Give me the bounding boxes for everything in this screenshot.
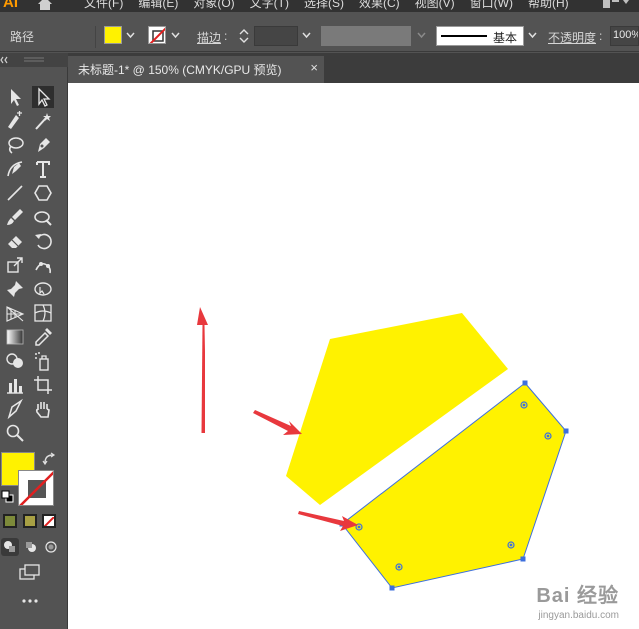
- zoom-tool-icon[interactable]: [4, 422, 26, 444]
- menu-edit[interactable]: 编辑(E): [138, 0, 178, 11]
- rotate-tool-icon[interactable]: [32, 230, 54, 252]
- watermark-brand: Bai 经验: [536, 585, 619, 607]
- workspace-switcher-icon[interactable]: [601, 0, 631, 10]
- stroke-swatch-large[interactable]: [18, 470, 54, 506]
- draw-normal-icon: [4, 541, 15, 552]
- blob-brush-tool-icon[interactable]: [32, 206, 54, 228]
- eyedropper-tool-icon[interactable]: [32, 326, 54, 348]
- selection-tool-icon[interactable]: [4, 86, 26, 108]
- close-tab-icon[interactable]: ×: [310, 60, 318, 75]
- arrow-right-upper: [253, 410, 302, 435]
- curvature-tool-icon[interactable]: [4, 158, 26, 180]
- panel-grip[interactable]: [0, 53, 68, 67]
- stroke-weight-input[interactable]: [254, 26, 298, 46]
- arrow-right-lower: [298, 511, 358, 531]
- artboard-tool-icon[interactable]: [32, 374, 54, 396]
- menu-items: 文件(F) 编辑(E) 对象(O) 文字(T) 选择(S) 效果(C) 视图(V…: [84, 0, 569, 11]
- color-mode-button[interactable]: [3, 514, 17, 528]
- brush-definition-select[interactable]: 基本: [436, 26, 524, 46]
- object-type-label: 路径: [10, 30, 35, 44]
- arrow-up-shaft: [201, 323, 205, 433]
- shape-builder-tool-icon[interactable]: [4, 350, 26, 372]
- gradient-mode-button[interactable]: [23, 514, 37, 528]
- document-tab-title: 未标题-1* @ 150% (CMYK/GPU 预览): [78, 63, 282, 77]
- menu-help[interactable]: 帮助(H): [528, 0, 569, 11]
- type-tool-icon[interactable]: [32, 158, 54, 180]
- artwork: [197, 307, 569, 591]
- menu-effect[interactable]: 效果(C): [359, 0, 400, 11]
- pen-tool-icon[interactable]: [32, 134, 54, 156]
- stroke-label[interactable]: 描边: [197, 29, 221, 46]
- curvature-anchor-tool-icon[interactable]: [4, 110, 26, 132]
- stroke-none-icon: [19, 471, 53, 505]
- draw-behind-icon[interactable]: [22, 538, 40, 556]
- swap-fill-stroke-icon[interactable]: [42, 452, 56, 466]
- menu-view[interactable]: 视图(V): [415, 0, 455, 11]
- profile-chevron-down-icon[interactable]: [415, 26, 428, 44]
- brush-stroke-preview: [441, 35, 487, 37]
- app-logo: AI: [3, 0, 18, 11]
- slice-tool-icon[interactable]: [4, 398, 26, 420]
- menu-type[interactable]: 文字(T): [250, 0, 289, 11]
- hand-tool-icon[interactable]: [32, 398, 54, 420]
- fill-color-swatch[interactable]: [104, 26, 122, 44]
- collapse-double-arrow-icon[interactable]: [0, 53, 68, 67]
- eraser-tool-icon[interactable]: [4, 230, 26, 252]
- change-screen-mode-icon[interactable]: [18, 563, 42, 581]
- default-fill-stroke-icon[interactable]: [1, 490, 14, 503]
- puppet-warp-tool-icon[interactable]: [32, 254, 54, 276]
- column-graph-tool-icon[interactable]: [4, 374, 26, 396]
- document-tab-bar: 未标题-1* @ 150% (CMYK/GPU 预览) ×: [68, 53, 639, 83]
- control-bar: 路径: [0, 12, 639, 52]
- scale-tool-icon[interactable]: [4, 254, 26, 276]
- perspective-grid-tool-icon[interactable]: [4, 302, 26, 324]
- opacity-value: 100%: [613, 29, 639, 41]
- menu-object[interactable]: 对象(O): [193, 0, 234, 11]
- brush-chevron-down-icon[interactable]: [526, 26, 539, 44]
- menu-select[interactable]: 选择(S): [304, 0, 344, 11]
- symbol-sprayer-tool-icon[interactable]: [32, 350, 54, 372]
- polygon-tool-icon[interactable]: [32, 182, 54, 204]
- stroke-color-swatch[interactable]: [148, 26, 166, 44]
- watermark-url: jingyan.baidu.com: [538, 610, 619, 621]
- direct-selection-tool-icon[interactable]: [32, 86, 54, 108]
- mesh-tool-icon[interactable]: [32, 302, 54, 324]
- pin-tool-icon[interactable]: [4, 278, 26, 300]
- stroke-colon: :: [224, 29, 228, 43]
- opacity-label[interactable]: 不透明度: [548, 29, 596, 46]
- gradient-tool-icon[interactable]: [4, 326, 26, 348]
- stroke-weight-chevron-down-icon[interactable]: [300, 26, 313, 44]
- stroke-dropdown-chevron-down-icon[interactable]: [169, 26, 182, 44]
- none-slash-icon: [149, 27, 165, 43]
- fill-dropdown-chevron-down-icon[interactable]: [124, 26, 137, 44]
- paintbrush-tool-icon[interactable]: [4, 206, 26, 228]
- menu-bar: AI 文件(F) 编辑(E) 对象(O) 文字(T) 选择(S) 效果(C) 视…: [0, 0, 639, 12]
- menu-file[interactable]: 文件(F): [84, 0, 123, 11]
- brush-label: 基本: [493, 31, 518, 45]
- menu-window[interactable]: 窗口(W): [470, 0, 513, 11]
- more-tools-ellipsis-icon[interactable]: [20, 596, 40, 606]
- magic-wand-tool-icon[interactable]: [32, 110, 54, 132]
- divider: [95, 26, 96, 48]
- home-icon[interactable]: [36, 0, 54, 10]
- opacity-colon: :: [599, 29, 603, 43]
- artboard-canvas[interactable]: Bai 经验 jingyan.baidu.com: [68, 83, 639, 629]
- watermark: Bai 经验 jingyan.baidu.com: [536, 579, 619, 621]
- variable-width-profile[interactable]: [321, 26, 411, 46]
- draw-normal-button[interactable]: [1, 538, 19, 556]
- free-transform-tool-icon[interactable]: [32, 278, 54, 300]
- none-slash-icon: [44, 516, 54, 526]
- draw-inside-icon[interactable]: [42, 538, 60, 556]
- lasso-tool-icon[interactable]: [4, 134, 26, 156]
- line-tool-icon[interactable]: [4, 182, 26, 204]
- stroke-weight-stepper-icon[interactable]: [237, 26, 251, 46]
- document-tab[interactable]: 未标题-1* @ 150% (CMYK/GPU 预览) ×: [68, 56, 324, 83]
- opacity-input[interactable]: 100%: [610, 26, 639, 46]
- none-mode-button[interactable]: [42, 514, 56, 528]
